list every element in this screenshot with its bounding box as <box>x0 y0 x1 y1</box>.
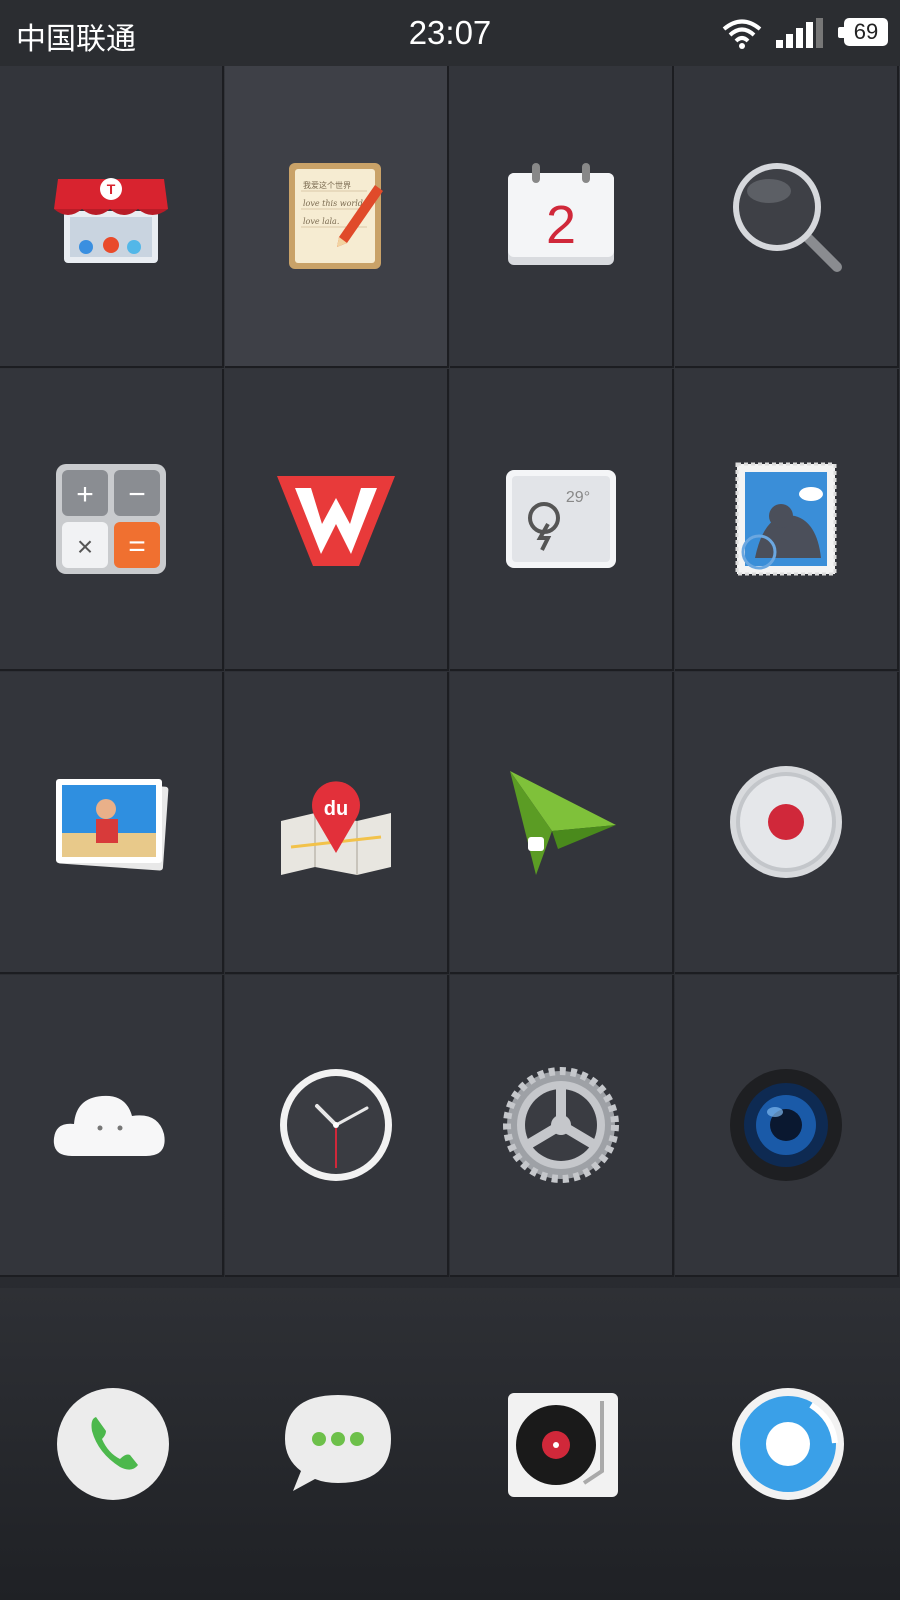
app-search[interactable] <box>675 66 899 368</box>
signal-strength-icon <box>776 18 823 48</box>
notes-line-3: love lala. <box>303 217 339 226</box>
notes-line-2: love this world. <box>303 199 365 208</box>
svg-text:+: + <box>76 478 94 511</box>
weather-temp: 29° <box>566 489 590 506</box>
svg-text:T: T <box>107 181 116 197</box>
weather-icon: 29° <box>506 470 616 568</box>
dock-browser[interactable] <box>675 1288 900 1600</box>
app-store[interactable]: T <box>0 66 224 368</box>
app-mail[interactable] <box>675 369 899 671</box>
app-notes[interactable]: 我爱这个世界 love this world. love lala. <box>225 66 449 368</box>
app-recorder[interactable] <box>675 672 899 974</box>
app-baidu-map[interactable]: du <box>225 672 449 974</box>
dock-messages[interactable] <box>225 1288 450 1600</box>
svg-text:×: × <box>77 531 93 562</box>
mail-icon <box>735 462 837 576</box>
clock-icon <box>280 1069 392 1181</box>
map-badge: du <box>324 798 348 820</box>
gallery-icon <box>56 779 169 871</box>
svg-text:−: − <box>128 478 146 511</box>
settings-gear-icon <box>503 1067 619 1183</box>
app-cloud[interactable] <box>0 975 224 1277</box>
dock-music[interactable] <box>450 1288 675 1600</box>
status-bar: 中国联通 23:07 69 <box>0 0 900 66</box>
notes-line-1: 我爱这个世界 <box>303 180 351 190</box>
messages-icon <box>284 1395 391 1491</box>
calendar-day: 2 <box>546 195 576 255</box>
app-wps-office[interactable] <box>225 369 449 671</box>
app-grid: T 我爱这个世界 love this world. love lala. 2 +… <box>0 66 900 1286</box>
baidu-map-icon: du <box>281 781 391 875</box>
music-player-icon <box>507 1393 618 1497</box>
app-settings[interactable] <box>450 975 674 1277</box>
browser-icon <box>731 1388 844 1500</box>
app-calendar[interactable]: 2 <box>450 66 674 368</box>
app-weather[interactable]: 29° <box>450 369 674 671</box>
app-clock[interactable] <box>225 975 449 1277</box>
store-icon: T <box>54 178 168 263</box>
app-calculator[interactable]: + − × = <box>0 369 224 671</box>
wps-office-icon <box>277 476 395 566</box>
battery-level: 69 <box>853 19 879 44</box>
status-time: 23:07 <box>408 14 492 51</box>
calculator-icon: + − × = <box>56 464 166 574</box>
phone-icon <box>56 1388 169 1500</box>
app-camera[interactable] <box>675 975 899 1277</box>
battery-icon: 69 <box>838 18 890 48</box>
dock-phone[interactable] <box>0 1288 225 1600</box>
paper-plane-icon <box>510 771 616 875</box>
svg-text:=: = <box>128 530 146 563</box>
calendar-icon: 2 <box>508 163 614 265</box>
home-screen: 中国联通 23:07 69 T 我爱这个世界 love this world. … <box>0 0 900 1600</box>
app-gallery[interactable] <box>0 672 224 974</box>
recorder-icon <box>730 766 842 878</box>
dock <box>0 1288 900 1600</box>
notes-icon: 我爱这个世界 love this world. love lala. <box>289 163 383 269</box>
app-paper-plane[interactable] <box>450 672 674 974</box>
wifi-icon <box>722 19 762 49</box>
camera-icon <box>730 1069 842 1181</box>
search-icon <box>733 163 842 272</box>
cloud-icon <box>53 1095 165 1156</box>
